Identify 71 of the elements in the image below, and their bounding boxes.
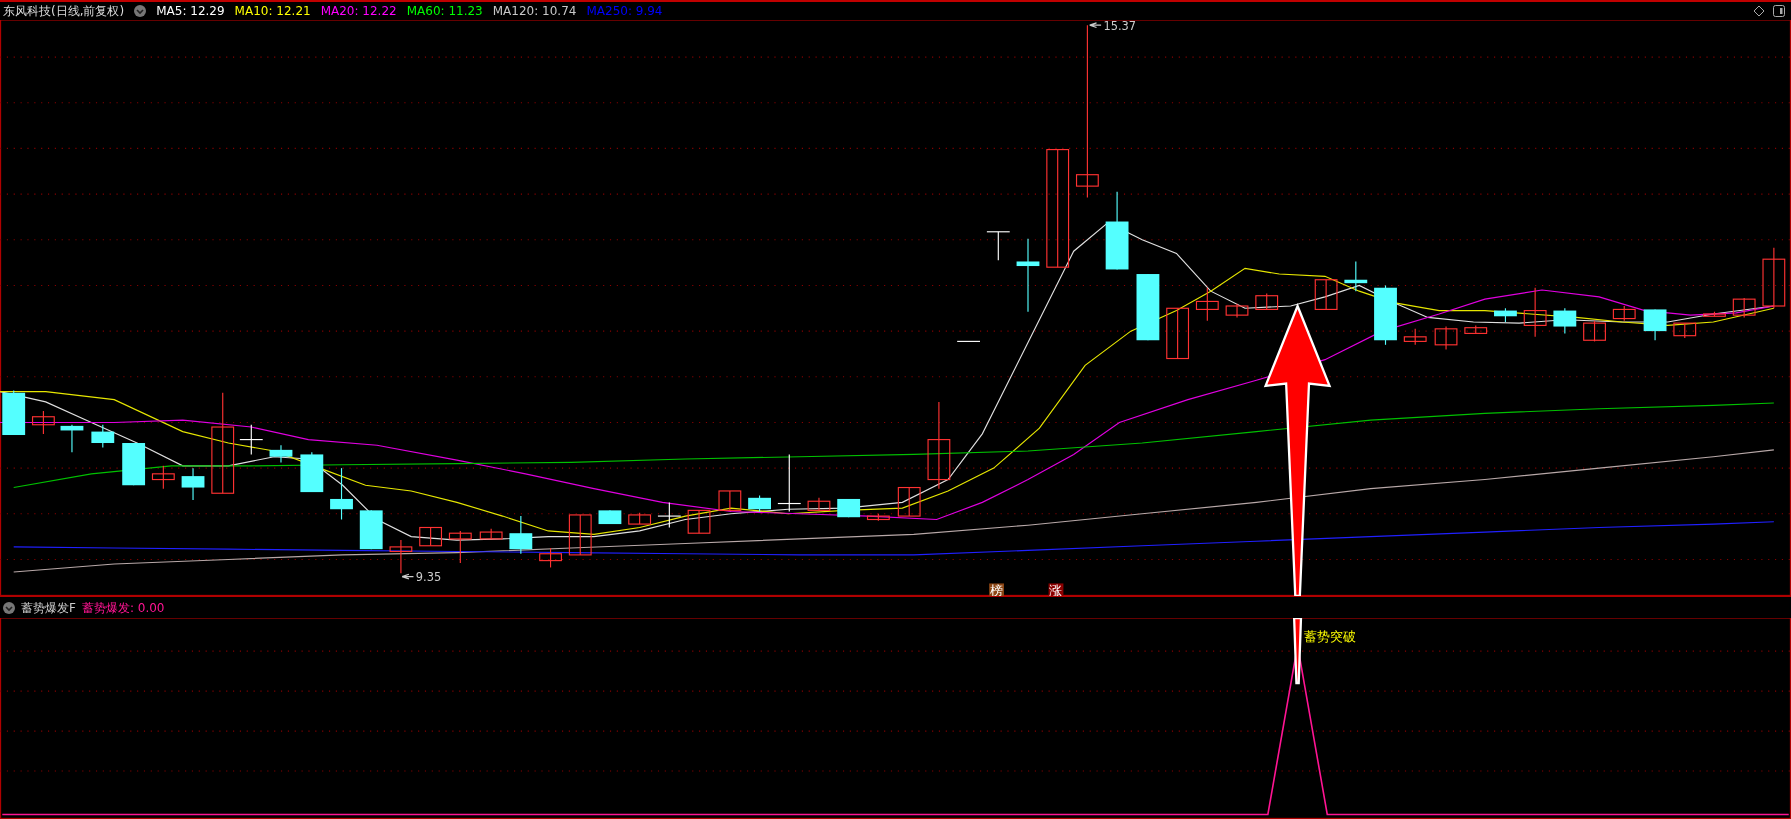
candlestick bbox=[956, 340, 981, 342]
candlestick bbox=[1673, 322, 1697, 339]
candlestick bbox=[657, 501, 682, 529]
panel-icon[interactable] bbox=[1773, 5, 1785, 17]
candlestick bbox=[1314, 279, 1338, 310]
candlestick bbox=[1195, 287, 1219, 322]
candlestick bbox=[1464, 324, 1488, 334]
indicator-value: 蓄势爆发: 0.00 bbox=[81, 599, 165, 617]
collapse-icon[interactable] bbox=[3, 601, 15, 614]
diamond-icon[interactable] bbox=[1753, 5, 1765, 17]
candlestick bbox=[2, 389, 26, 436]
candlestick bbox=[598, 509, 622, 525]
candlestick bbox=[419, 526, 443, 547]
event-marker: 榜 bbox=[989, 583, 1004, 596]
candlestick bbox=[568, 514, 592, 556]
stock-title: 东风科技(日线,前复权) bbox=[3, 3, 125, 20]
candlestick bbox=[269, 444, 293, 463]
candlestick bbox=[1703, 311, 1726, 317]
candlestick bbox=[389, 539, 413, 574]
candlestick bbox=[866, 513, 890, 522]
collapse-icon[interactable] bbox=[134, 5, 147, 17]
candlestick bbox=[1434, 326, 1458, 350]
candlestick bbox=[181, 467, 205, 501]
candlestick bbox=[1225, 303, 1249, 318]
moving-average-value: MA20: 12.22 bbox=[320, 3, 397, 20]
candlestick bbox=[1403, 328, 1427, 346]
candlestick bbox=[359, 509, 383, 550]
candlestick bbox=[1166, 307, 1190, 360]
candlestick bbox=[91, 424, 115, 449]
candlestick bbox=[31, 410, 55, 435]
candlestick bbox=[748, 494, 771, 513]
arrow-annotation bbox=[1292, 618, 1303, 685]
candlestick bbox=[837, 498, 861, 518]
candlestick bbox=[628, 512, 652, 525]
candlestick bbox=[1732, 297, 1756, 318]
moving-average-value: MA120: 10.74 bbox=[492, 3, 577, 20]
candlestick bbox=[1643, 308, 1667, 341]
candlestick bbox=[1494, 307, 1517, 323]
candlestick bbox=[1583, 320, 1606, 342]
candlestick bbox=[60, 424, 84, 453]
moving-average-value: MA10: 12.21 bbox=[234, 3, 311, 20]
candlestick bbox=[479, 528, 503, 540]
candlestick bbox=[777, 453, 802, 513]
event-marker: 涨 bbox=[1048, 583, 1064, 596]
candlestick bbox=[1612, 305, 1636, 322]
candlestick bbox=[687, 509, 711, 534]
candlestick bbox=[1523, 287, 1547, 338]
candlestick bbox=[1344, 260, 1368, 292]
candlestick bbox=[1255, 292, 1279, 310]
low-price-label: 9.35 bbox=[401, 570, 442, 585]
candlestick bbox=[1374, 284, 1397, 346]
candlestick bbox=[239, 424, 264, 455]
candlestick bbox=[539, 547, 562, 569]
candlestick bbox=[1762, 247, 1786, 309]
candlestick bbox=[509, 515, 533, 555]
candlestick bbox=[151, 465, 175, 490]
candlestick bbox=[330, 467, 353, 521]
candlestick bbox=[300, 451, 324, 493]
moving-average-value: MA60: 11.23 bbox=[406, 3, 483, 20]
moving-average-value: MA5: 12.29 bbox=[156, 3, 225, 20]
candlestick bbox=[807, 497, 831, 511]
candlestick bbox=[122, 442, 146, 486]
moving-average-value: MA250: 9.94 bbox=[586, 3, 663, 20]
candlestick bbox=[897, 486, 921, 517]
candlestick bbox=[1136, 273, 1160, 341]
candlestick bbox=[986, 231, 1011, 261]
candlestick bbox=[448, 530, 472, 564]
high-price-label: 15.37 bbox=[1089, 20, 1137, 33]
indicator-name: 蓄势爆发F bbox=[21, 599, 76, 617]
candlestick bbox=[718, 490, 742, 511]
candlestick bbox=[1553, 307, 1577, 334]
